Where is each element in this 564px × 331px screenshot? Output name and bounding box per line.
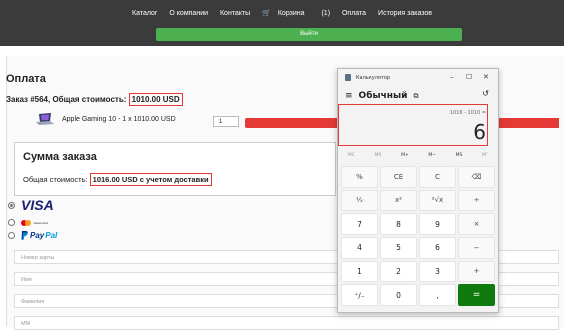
paypal-text-pal: Pal <box>45 231 58 240</box>
order-total: 1010.00 USD <box>128 93 183 106</box>
digit-4-key[interactable]: 4 <box>341 236 378 259</box>
equals-key[interactable]: = <box>458 284 495 306</box>
nav-about[interactable]: О компании <box>169 10 208 17</box>
percent-key[interactable]: % <box>341 166 378 188</box>
product-row: Apple Gaming 10 - 1 x 1010.00 USD <box>36 113 176 125</box>
memory-add-button[interactable]: M+ <box>401 153 409 162</box>
order-summary-box: Сумма заказа Общая стоимость: 1016.00 US… <box>14 142 336 196</box>
nav-catalog[interactable]: Каталог <box>132 10 157 17</box>
summary-title: Сумма заказа <box>23 151 97 163</box>
negate-key[interactable]: ⁺∕₋ <box>341 284 378 306</box>
square-root-key[interactable]: ²√x <box>419 189 456 212</box>
visa-radio[interactable] <box>8 201 15 209</box>
nav-cart[interactable]: 🛒 Корзина <box>262 10 309 17</box>
payment-method-visa[interactable]: VISA <box>8 197 54 213</box>
top-navbar: Каталог О компании Контакты 🛒 Корзина (1… <box>0 0 564 46</box>
calculator-keypad: % CE C ⌫ ¹⁄ₓ x² ²√x ÷ 7 8 9 × 4 5 6 − 1 … <box>341 166 495 306</box>
divide-key[interactable]: ÷ <box>458 189 495 212</box>
subtract-key[interactable]: − <box>458 236 495 259</box>
digit-3-key[interactable]: 3 <box>419 260 456 283</box>
order-line: Заказ #564, Общая стоимость: 1010.00 USD <box>6 93 183 106</box>
mastercard-logo: mastercard <box>21 219 49 226</box>
square-key[interactable]: x² <box>380 189 417 212</box>
mastercard-wordmark: mastercard <box>33 220 49 225</box>
nav-order-history[interactable]: История заказов <box>378 10 432 17</box>
clear-key[interactable]: C <box>419 166 456 188</box>
reciprocal-key[interactable]: ¹⁄ₓ <box>341 189 378 212</box>
digit-1-key[interactable]: 1 <box>341 260 378 283</box>
paypal-logo: Pay Pal <box>21 231 57 240</box>
nav-menu: Каталог О компании Контакты 🛒 Корзина (1… <box>0 9 564 17</box>
mastercard-orange-circle-icon <box>25 219 31 226</box>
decimal-key[interactable]: , <box>419 284 456 306</box>
cart-count: (1) <box>321 10 331 17</box>
paypal-radio[interactable] <box>8 232 15 239</box>
backspace-key[interactable]: ⌫ <box>458 166 495 188</box>
logout-button[interactable]: Выйти <box>156 28 462 41</box>
history-icon[interactable]: ↺ <box>482 89 489 98</box>
memory-recall-button[interactable]: MR <box>374 153 381 162</box>
payment-method-mastercard[interactable]: mastercard <box>8 219 48 226</box>
hamburger-menu-icon[interactable]: ≡ <box>345 91 353 101</box>
summary-prefix: Общая стоимость: <box>23 175 90 184</box>
quantity-field[interactable]: 1 <box>213 116 239 127</box>
clear-entry-key[interactable]: CE <box>380 166 417 188</box>
calculator-mode: Обычный <box>358 91 408 101</box>
nav-payment[interactable]: Оплата <box>342 10 366 17</box>
paypal-icon <box>21 231 28 240</box>
multiply-key[interactable]: × <box>458 213 495 235</box>
result-highlight-box <box>338 104 488 146</box>
calculator-titlebar[interactable]: Калькулятор – ☐ ✕ <box>338 69 498 87</box>
order-prefix: Заказ #564, Общая стоимость: <box>6 95 129 104</box>
memory-list-button[interactable]: M˅ <box>482 153 488 162</box>
memory-clear-button[interactable]: MC <box>348 153 355 162</box>
visa-logo: VISA <box>21 197 54 213</box>
nav-contacts[interactable]: Контакты <box>220 10 250 17</box>
digit-6-key[interactable]: 6 <box>419 236 456 259</box>
product-line: Apple Gaming 10 - 1 x 1010.00 USD <box>62 115 176 123</box>
maximize-icon[interactable]: ☐ <box>466 73 472 81</box>
calculator-mode-bar: ≡ Обычный ⧉ <box>345 91 418 101</box>
memory-subtract-button[interactable]: M− <box>428 153 436 162</box>
close-icon[interactable]: ✕ <box>483 73 489 81</box>
calculator-title: Калькулятор <box>356 75 391 81</box>
add-key[interactable]: + <box>458 260 495 283</box>
keep-on-top-icon[interactable]: ⧉ <box>413 92 418 101</box>
digit-0-key[interactable]: 0 <box>380 284 417 306</box>
digit-8-key[interactable]: 8 <box>380 213 417 235</box>
calculator-app-icon <box>345 74 351 81</box>
summary-line: Общая стоимость: 1016.00 USD с учетом до… <box>23 173 212 186</box>
digit-9-key[interactable]: 9 <box>419 213 456 235</box>
nav-cart-label: Корзина <box>277 10 305 17</box>
digit-2-key[interactable]: 2 <box>380 260 417 283</box>
month-field[interactable]: ММ <box>14 316 559 330</box>
mastercard-radio[interactable] <box>8 219 15 226</box>
summary-total: 1016.00 USD с учетом доставки <box>89 173 212 186</box>
digit-7-key[interactable]: 7 <box>341 213 378 235</box>
memory-row: MC MR M+ M− MS M˅ <box>338 153 498 162</box>
minimize-icon[interactable]: – <box>450 73 454 81</box>
laptop-icon <box>36 113 54 125</box>
payment-method-paypal[interactable]: Pay Pal <box>8 231 57 240</box>
digit-5-key[interactable]: 5 <box>380 236 417 259</box>
paypal-text-pay: Pay <box>30 231 45 240</box>
page-title: Оплата <box>6 73 46 85</box>
remove-bar[interactable] <box>245 118 340 128</box>
memory-store-button[interactable]: MS <box>456 153 463 162</box>
